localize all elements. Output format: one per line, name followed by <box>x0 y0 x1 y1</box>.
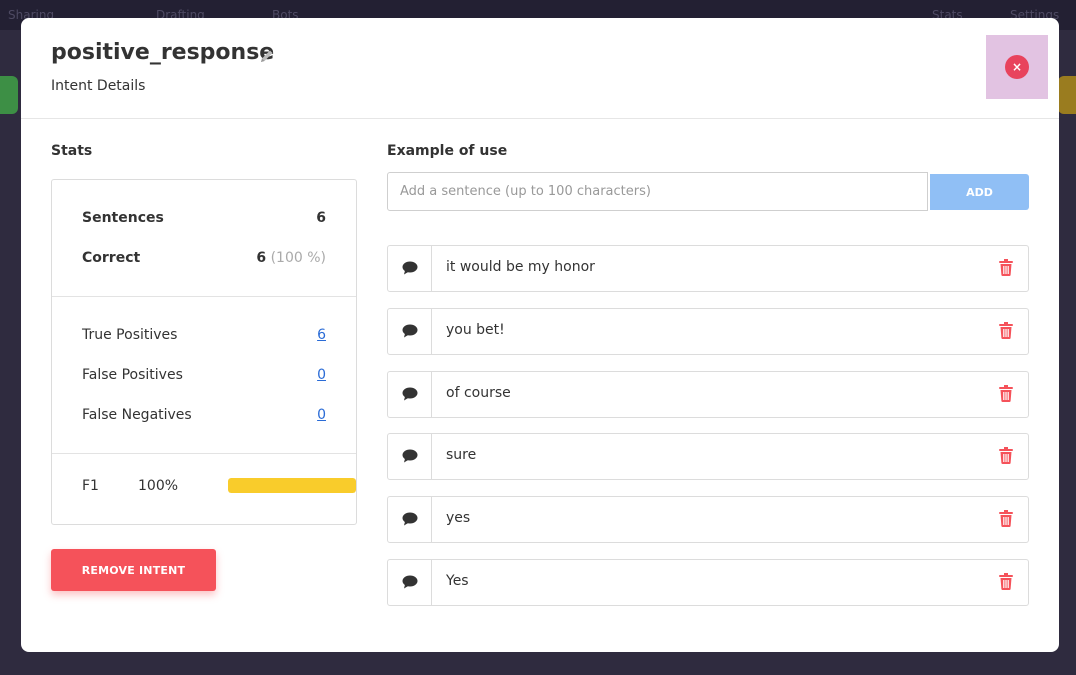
examples-heading: Example of use <box>387 143 508 159</box>
true-positives-link[interactable]: 6 <box>317 327 326 343</box>
sentence-icon-cell <box>388 309 432 354</box>
sentence-item: it would be my honor <box>387 245 1029 292</box>
add-sentence-button[interactable]: ADD <box>930 174 1029 210</box>
sentence-item: yes <box>387 496 1029 543</box>
add-sentence-input[interactable] <box>387 172 928 211</box>
remove-intent-button[interactable]: REMOVE INTENT <box>51 549 216 591</box>
close-button-area[interactable]: × <box>986 35 1048 99</box>
trash-icon[interactable] <box>999 385 1013 406</box>
speech-bubble-icon <box>402 449 418 463</box>
trash-icon[interactable] <box>999 259 1013 280</box>
background-green-tab <box>0 76 18 114</box>
close-icon[interactable]: × <box>1005 55 1029 79</box>
trash-icon[interactable] <box>999 510 1013 531</box>
f1-progress-bar <box>228 478 356 493</box>
speech-bubble-icon <box>402 261 418 275</box>
speech-bubble-icon <box>402 575 418 589</box>
sentence-icon-cell <box>388 434 432 479</box>
false-positives-label: False Positives <box>82 367 183 383</box>
correct-label: Correct <box>82 250 141 266</box>
false-positives-link[interactable]: 0 <box>317 367 326 383</box>
correct-value-group: 6 (100 %) <box>256 250 326 266</box>
speech-bubble-icon <box>402 324 418 338</box>
sentences-value: 6 <box>316 210 326 226</box>
pencil-icon[interactable] <box>259 48 275 64</box>
speech-bubble-icon <box>402 512 418 526</box>
true-positives-label: True Positives <box>82 327 178 343</box>
sentence-icon-cell <box>388 497 432 542</box>
sentence-icon-cell <box>388 560 432 605</box>
trash-icon[interactable] <box>999 573 1013 594</box>
sentence-icon-cell <box>388 372 432 417</box>
f1-label: F1 <box>82 478 99 494</box>
false-negatives-link[interactable]: 0 <box>317 407 326 423</box>
sentence-text[interactable]: Yes <box>446 573 469 589</box>
sentence-text[interactable]: yes <box>446 510 470 526</box>
divider <box>52 453 356 454</box>
sentence-text[interactable]: of course <box>446 385 511 401</box>
false-negatives-label: False Negatives <box>82 407 192 423</box>
sentence-text[interactable]: it would be my honor <box>446 259 595 275</box>
background-yellow-tab <box>1058 76 1076 114</box>
sentence-item: sure <box>387 433 1029 480</box>
sentence-text[interactable]: you bet! <box>446 322 505 338</box>
correct-percent: (100 %) <box>270 250 326 266</box>
sentences-label: Sentences <box>82 210 164 226</box>
sentence-text[interactable]: sure <box>446 447 476 463</box>
trash-icon[interactable] <box>999 447 1013 468</box>
speech-bubble-icon <box>402 387 418 401</box>
correct-value: 6 <box>256 250 267 266</box>
sentence-icon-cell <box>388 246 432 291</box>
f1-progress-fill <box>228 478 356 493</box>
modal-subtitle: Intent Details <box>51 78 146 94</box>
sentence-item: you bet! <box>387 308 1029 355</box>
divider <box>52 296 356 297</box>
trash-icon[interactable] <box>999 322 1013 343</box>
modal-header: positive_response Intent Details × <box>21 18 1059 119</box>
intent-title: positive_response <box>51 40 275 65</box>
intent-details-modal: positive_response Intent Details × Stats… <box>21 18 1059 652</box>
f1-value: 100% <box>138 478 179 494</box>
stats-heading: Stats <box>51 143 93 159</box>
sentence-item: Yes <box>387 559 1029 606</box>
sentence-item: of course <box>387 371 1029 418</box>
stats-panel: Sentences 6 Correct 6 (100 %) True Posit… <box>51 179 357 525</box>
